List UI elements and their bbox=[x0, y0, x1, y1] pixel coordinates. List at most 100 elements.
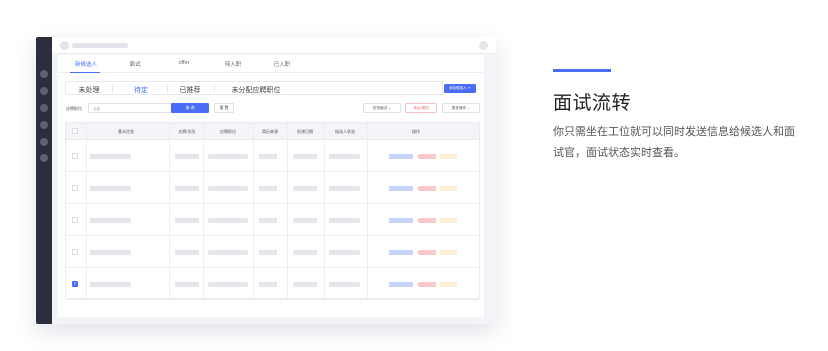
query-button[interactable]: 查 询 bbox=[171, 103, 209, 113]
cell-placeholder bbox=[90, 282, 131, 287]
action-pill-blue[interactable] bbox=[389, 154, 413, 159]
subtab-divider bbox=[214, 84, 215, 93]
column-header: 候选人状态 bbox=[335, 129, 355, 134]
action-pill-blue[interactable] bbox=[389, 250, 413, 255]
reset-button[interactable]: 重 置 bbox=[214, 103, 234, 113]
action-pill-yellow[interactable] bbox=[440, 154, 457, 159]
cell-placeholder bbox=[259, 186, 277, 191]
cell-placeholder bbox=[208, 154, 248, 159]
column-header: 应聘/学历 bbox=[178, 129, 196, 134]
cell-placeholder bbox=[329, 250, 360, 255]
column-header: 简历来源 bbox=[262, 129, 278, 134]
sidebar-nav-icon[interactable] bbox=[40, 70, 48, 78]
cell-placeholder bbox=[175, 250, 199, 255]
action-pill-red[interactable] bbox=[418, 154, 436, 159]
subtab-unprocessed[interactable]: 未处理 bbox=[79, 85, 100, 95]
sidebar-rail bbox=[36, 37, 52, 324]
row-checkbox[interactable] bbox=[72, 249, 78, 255]
subtab-recommended[interactable]: 已推荐 bbox=[180, 85, 201, 95]
cell-placeholder bbox=[293, 250, 317, 255]
feature-slide: 新候选人 面试 offer 待入职 已入职 未处理 待定 已推荐 未分配应聘职位… bbox=[0, 0, 828, 351]
sidebar-nav-icon[interactable] bbox=[40, 87, 48, 95]
cell-placeholder bbox=[208, 250, 248, 255]
cell-placeholder bbox=[259, 154, 277, 159]
cell-placeholder bbox=[293, 154, 317, 159]
tab-pending-onboard[interactable]: 待入职 bbox=[225, 60, 242, 68]
row-checkbox[interactable] bbox=[72, 185, 78, 191]
action-pill-yellow[interactable] bbox=[440, 250, 457, 255]
table-header: 基本信息 应聘/学历 应聘职位 简历来源 投递日期 候选人状态 操作 bbox=[66, 123, 479, 140]
column-header: 操作 bbox=[412, 129, 420, 134]
window-logo bbox=[60, 41, 69, 50]
sidebar-nav-icon[interactable] bbox=[40, 104, 48, 112]
action-pill-yellow[interactable] bbox=[440, 282, 457, 287]
row-checkbox[interactable]: ✓ bbox=[72, 281, 78, 287]
window-top-bar bbox=[52, 37, 496, 54]
user-avatar[interactable] bbox=[479, 41, 488, 50]
row-checkbox[interactable] bbox=[72, 153, 78, 159]
window-title-placeholder bbox=[72, 43, 128, 48]
select-all-checkbox[interactable] bbox=[72, 128, 78, 134]
tab-onboarded[interactable]: 已入职 bbox=[274, 60, 291, 68]
cell-placeholder bbox=[329, 186, 360, 191]
cell-placeholder bbox=[90, 218, 131, 223]
table-row[interactable]: ✓ bbox=[66, 268, 479, 300]
sidebar-nav-icon[interactable] bbox=[40, 154, 48, 162]
add-candidate-button[interactable]: 添加候选人 ＋ bbox=[444, 84, 476, 93]
cell-placeholder bbox=[90, 250, 131, 255]
subtab-pending[interactable]: 待定 bbox=[134, 85, 148, 95]
action-pill-red[interactable] bbox=[418, 282, 436, 287]
cell-placeholder bbox=[259, 282, 277, 287]
action-pill-red[interactable] bbox=[418, 218, 436, 223]
tab-interview[interactable]: 面试 bbox=[129, 60, 140, 68]
candidate-table: 基本信息 应聘/学历 应聘职位 简历来源 投递日期 候选人状态 操作 ✓ bbox=[65, 122, 480, 300]
more-actions-button[interactable]: 更多操作 ⌄ bbox=[442, 103, 480, 113]
cell-placeholder bbox=[90, 154, 131, 159]
title-accent-line bbox=[553, 69, 611, 72]
action-pill-red[interactable] bbox=[418, 250, 436, 255]
cell-placeholder bbox=[90, 186, 131, 191]
cell-placeholder bbox=[259, 250, 277, 255]
stage-tabs: 新候选人 面试 offer 待入职 已入职 bbox=[58, 55, 484, 73]
cell-placeholder bbox=[208, 218, 248, 223]
cell-placeholder bbox=[329, 154, 360, 159]
tab-new-candidate[interactable]: 新候选人 bbox=[75, 60, 97, 68]
candidate-panel: 新候选人 面试 offer 待入职 已入职 未处理 待定 已推荐 未分配应聘职位… bbox=[58, 55, 484, 317]
cell-placeholder bbox=[175, 218, 199, 223]
cell-placeholder bbox=[175, 154, 199, 159]
table-row[interactable] bbox=[66, 172, 479, 204]
cell-placeholder bbox=[293, 282, 317, 287]
cell-placeholder bbox=[293, 186, 317, 191]
row-checkbox[interactable] bbox=[72, 217, 78, 223]
cell-placeholder bbox=[175, 282, 199, 287]
feature-title: 面试流转 bbox=[553, 93, 632, 114]
action-pill-yellow[interactable] bbox=[440, 218, 457, 223]
cell-placeholder bbox=[259, 218, 277, 223]
table-row[interactable] bbox=[66, 236, 479, 268]
cell-placeholder bbox=[329, 282, 360, 287]
status-subtabs: 未处理 待定 已推荐 未分配应聘职位 bbox=[65, 81, 443, 95]
column-header: 应聘职位 bbox=[220, 129, 236, 134]
action-pill-blue[interactable] bbox=[389, 186, 413, 191]
table-row[interactable] bbox=[66, 204, 479, 236]
position-filter-label: 应聘职位 bbox=[66, 106, 82, 111]
action-pill-red[interactable] bbox=[418, 186, 436, 191]
position-select[interactable]: 全部 ⌄ bbox=[88, 103, 178, 113]
sidebar-nav-icon[interactable] bbox=[40, 138, 48, 146]
active-tab-indicator bbox=[70, 71, 100, 73]
action-pill-blue[interactable] bbox=[389, 218, 413, 223]
sidebar-nav-icon[interactable] bbox=[40, 121, 48, 129]
cell-placeholder bbox=[329, 218, 360, 223]
action-pill-blue[interactable] bbox=[389, 282, 413, 287]
eliminate-button[interactable]: 淘汰/退回 bbox=[405, 103, 437, 113]
tab-offer[interactable]: offer bbox=[179, 60, 190, 66]
feature-description: 你只需坐在工位就可以同时发送信息给候选人和面试官，面试状态实时查看。 bbox=[553, 126, 795, 159]
subtab-unassigned-position[interactable]: 未分配应聘职位 bbox=[232, 85, 281, 95]
column-header: 基本信息 bbox=[118, 129, 134, 134]
cell-placeholder bbox=[208, 186, 248, 191]
cell-placeholder bbox=[175, 186, 199, 191]
action-pill-yellow[interactable] bbox=[440, 186, 457, 191]
arrange-interview-button[interactable]: 安排面试 ⌄ bbox=[363, 103, 401, 113]
table-row[interactable] bbox=[66, 140, 479, 172]
cell-placeholder bbox=[293, 218, 317, 223]
